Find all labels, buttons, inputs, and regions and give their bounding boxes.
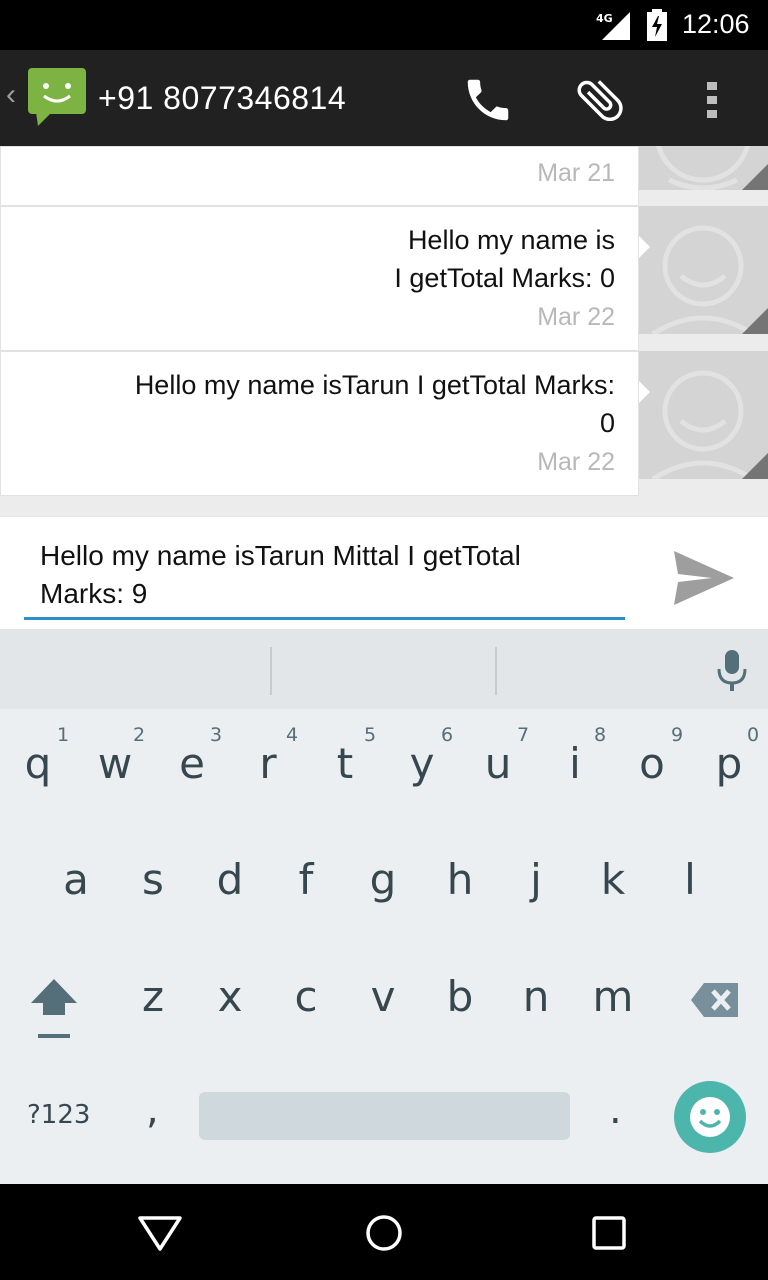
key-n[interactable]: n: [498, 972, 574, 1021]
message-date: Mar 21: [537, 159, 615, 187]
message-item[interactable]: Hello my name isTarun I getTotal Marks: …: [0, 351, 768, 496]
message-input[interactable]: Hello my name isTarun Mittal I getTotal …: [24, 535, 625, 620]
send-icon[interactable]: [672, 549, 736, 612]
symbols-key[interactable]: ?123: [27, 1100, 90, 1130]
key-q[interactable]: q: [0, 739, 76, 788]
messaging-app-icon[interactable]: [26, 66, 88, 133]
suggestion-divider: [270, 647, 272, 695]
status-bar: 4G 12:06: [0, 0, 768, 50]
compose-bar: Hello my name isTarun Mittal I getTotal …: [0, 516, 768, 629]
message-bubble: Mar 21: [0, 146, 639, 206]
key-k[interactable]: k: [575, 855, 651, 904]
message-input-text[interactable]: Hello my name isTarun Mittal I getTotal …: [40, 537, 620, 613]
message-body: Hello my name is I getTotal Marks: 0: [394, 225, 615, 293]
contact-avatar[interactable]: [639, 351, 768, 479]
paperclip-icon[interactable]: [570, 70, 630, 130]
key-u[interactable]: u: [460, 739, 536, 788]
space-key[interactable]: [199, 1092, 570, 1140]
clock: 12:06: [682, 9, 750, 39]
key-m[interactable]: m: [575, 972, 651, 1021]
key-c[interactable]: c: [268, 972, 344, 1021]
shift-key-icon[interactable]: [30, 977, 78, 1045]
message-item[interactable]: Hello my name is I getTotal Marks: 0 Mar…: [0, 206, 768, 351]
key-y[interactable]: y: [384, 739, 460, 788]
key-v[interactable]: v: [345, 972, 421, 1021]
soft-keyboard: 1 2 3 4 5 6 7 8 9 0 q w e r t y u i o p …: [0, 629, 768, 1184]
signal-icon: 4G: [596, 12, 632, 45]
key-f[interactable]: f: [268, 855, 344, 904]
navigation-bar: [0, 1184, 768, 1280]
key-g[interactable]: g: [345, 855, 421, 904]
key-b[interactable]: b: [422, 972, 498, 1021]
message-list[interactable]: Mar 21 Hello my name is I getTotal Marks…: [0, 146, 768, 516]
message-bubble: Hello my name is I getTotal Marks: 0 Mar…: [0, 206, 639, 351]
key-o[interactable]: o: [614, 739, 690, 788]
nav-home-icon[interactable]: [365, 1214, 403, 1257]
key-l[interactable]: l: [652, 855, 728, 904]
back-caret-icon[interactable]: ‹: [6, 78, 16, 112]
bubble-pointer: [639, 236, 650, 258]
battery-charging-icon: [646, 9, 668, 46]
smiley-icon: [690, 1097, 730, 1137]
key-z[interactable]: z: [115, 972, 191, 1021]
key-p[interactable]: p: [691, 739, 767, 788]
contact-avatar[interactable]: [639, 206, 768, 334]
key-i[interactable]: i: [537, 739, 613, 788]
period-key[interactable]: .: [609, 1087, 622, 1133]
microphone-icon[interactable]: [716, 649, 748, 696]
nav-back-icon[interactable]: [138, 1216, 182, 1257]
key-a[interactable]: a: [38, 855, 114, 904]
overflow-menu-icon[interactable]: [682, 70, 742, 130]
message-body: Hello my name isTarun I getTotal Marks: …: [134, 370, 615, 438]
conversation-title: +91 8077346814: [98, 80, 347, 116]
key-r[interactable]: r: [230, 739, 306, 788]
contact-avatar[interactable]: [639, 146, 768, 190]
message-item[interactable]: Mar 21: [0, 146, 768, 206]
action-bar: ‹ +91 8077346814: [0, 50, 768, 146]
key-t[interactable]: t: [307, 739, 383, 788]
suggestion-strip[interactable]: [0, 629, 768, 709]
key-e[interactable]: e: [154, 739, 230, 788]
comma-key[interactable]: ,: [146, 1087, 159, 1133]
message-date: Mar 22: [537, 448, 615, 476]
messaging-screen: 4G 12:06 ‹ +91 8077346814 Mar 21 Hello m…: [0, 0, 768, 1280]
backspace-icon[interactable]: [690, 981, 740, 1023]
bubble-pointer: [639, 381, 650, 403]
svg-text:4G: 4G: [596, 12, 613, 25]
key-j[interactable]: j: [498, 855, 574, 904]
key-w[interactable]: w: [77, 739, 153, 788]
message-date: Mar 22: [537, 303, 615, 331]
emoji-key[interactable]: [674, 1081, 746, 1153]
suggestion-divider: [495, 647, 497, 695]
key-x[interactable]: x: [192, 972, 268, 1021]
key-h[interactable]: h: [422, 855, 498, 904]
message-bubble: Hello my name isTarun I getTotal Marks: …: [0, 351, 639, 496]
key-d[interactable]: d: [192, 855, 268, 904]
nav-recents-icon[interactable]: [592, 1216, 626, 1255]
key-s[interactable]: s: [115, 855, 191, 904]
phone-icon[interactable]: [458, 70, 518, 130]
